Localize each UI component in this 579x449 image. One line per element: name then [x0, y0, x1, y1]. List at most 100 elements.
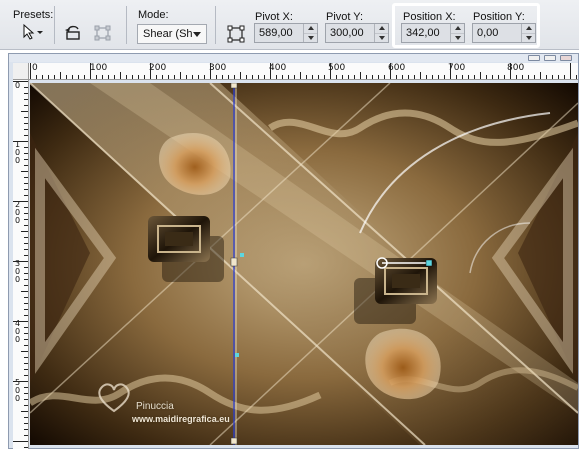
ruler-tick — [24, 213, 28, 214]
ruler-tick — [42, 75, 43, 79]
ruler-tick — [24, 285, 28, 286]
close-icon[interactable] — [560, 55, 572, 61]
spin-up-icon[interactable] — [451, 24, 464, 34]
mode-select[interactable]: Shear (Sh — [137, 24, 207, 44]
ruler-tick — [450, 63, 451, 79]
vertical-ruler[interactable]: 0 100 200 300 400 500 — [13, 80, 29, 449]
ruler-tick — [24, 249, 28, 250]
ruler-tick — [30, 63, 31, 79]
position-x-input[interactable]: 342,00 — [401, 23, 465, 43]
ruler-tick — [528, 75, 529, 79]
ruler-tick — [564, 75, 565, 79]
ruler-tick — [432, 75, 433, 79]
position-y-label: Position Y: — [473, 11, 525, 23]
ruler-tick — [24, 99, 28, 100]
ruler-tick — [21, 171, 28, 172]
ruler-tick — [522, 75, 523, 79]
ruler-tick — [24, 429, 28, 430]
ruler-tick — [570, 63, 571, 79]
position-y-input[interactable]: 0,00 — [472, 23, 536, 43]
ruler-tick — [24, 159, 28, 160]
ruler-tick — [162, 75, 163, 79]
image-canvas[interactable]: Pinuccia www.maidiregrafica.eu — [30, 83, 578, 445]
spin-down-icon[interactable] — [375, 34, 388, 43]
ruler-tick — [24, 129, 28, 130]
spin-down-icon[interactable] — [304, 34, 317, 43]
position-y-value: 0,00 — [477, 27, 499, 39]
ruler-tick — [330, 63, 331, 79]
ruler-tick — [24, 357, 28, 358]
ruler-tick — [13, 201, 28, 202]
presets-button[interactable] — [20, 22, 46, 42]
ruler-tick — [462, 75, 463, 79]
spin-up-icon[interactable] — [304, 24, 317, 34]
pivot-x-input[interactable]: 589,00 — [254, 23, 318, 43]
ruler-tick — [228, 75, 229, 79]
ruler-tick — [270, 63, 271, 79]
ruler-tick — [126, 75, 127, 79]
deform-button[interactable] — [225, 23, 247, 45]
ruler-v-label: 200 — [14, 200, 21, 225]
spin-up-icon[interactable] — [522, 24, 535, 34]
ruler-tick — [282, 75, 283, 79]
ruler-tick — [294, 75, 295, 79]
ruler-tick — [24, 207, 28, 208]
ruler-tick — [24, 123, 28, 124]
ruler-tick — [21, 111, 28, 112]
presets-label: Presets: — [13, 9, 54, 21]
ruler-tick — [21, 231, 28, 232]
ruler-tick — [102, 75, 103, 79]
ruler-tick — [546, 75, 547, 79]
image-window: 0 100 200 300 400 500 600 700 800 0 100 … — [8, 53, 579, 449]
pivot-y-input[interactable]: 300,00 — [325, 23, 389, 43]
ruler-tick — [354, 75, 355, 79]
ruler-tick — [48, 75, 49, 79]
window-title-strip[interactable] — [9, 54, 578, 62]
ruler-tick — [13, 141, 28, 142]
horizontal-ruler[interactable]: 0 100 200 300 400 500 600 700 800 — [29, 63, 578, 80]
ruler-tick — [24, 423, 28, 424]
ruler-tick — [312, 75, 313, 79]
ruler-tick — [24, 165, 28, 166]
ruler-tick — [138, 75, 139, 79]
ruler-h-label: 0 — [32, 63, 38, 73]
reset-button[interactable] — [62, 23, 84, 43]
ruler-tick — [24, 267, 28, 268]
ruler-tick — [108, 75, 109, 79]
ruler-v-label: 100 — [14, 140, 21, 165]
ruler-tick — [114, 75, 115, 79]
ruler-tick — [24, 189, 28, 190]
ruler-tick — [24, 447, 28, 448]
ruler-v-label: 400 — [14, 319, 21, 344]
ruler-tick — [414, 75, 415, 79]
ruler-tick — [24, 177, 28, 178]
ruler-tick — [468, 75, 469, 79]
minimize-icon[interactable] — [528, 55, 540, 61]
spin-down-icon[interactable] — [451, 34, 464, 43]
ruler-tick — [540, 72, 541, 79]
pivot-x-label: Pivot X: — [255, 11, 293, 23]
chevron-down-icon — [188, 25, 206, 43]
rect-corners-icon — [94, 25, 111, 41]
ruler-tick — [576, 75, 577, 79]
ruler-tick — [24, 93, 28, 94]
ruler-tick — [318, 75, 319, 79]
ruler-tick — [504, 75, 505, 79]
ruler-tick — [180, 72, 181, 79]
ruler-tick — [21, 291, 28, 292]
ruler-tick — [396, 75, 397, 79]
ruler-tick — [24, 135, 28, 136]
ruler-tick — [288, 75, 289, 79]
ruler-tick — [24, 183, 28, 184]
ruler-tick — [402, 75, 403, 79]
ruler-tick — [36, 75, 37, 79]
ruler-tick — [24, 117, 28, 118]
ruler-tick — [24, 345, 28, 346]
mode-label: Mode: — [138, 9, 169, 21]
spin-down-icon[interactable] — [522, 34, 535, 43]
maximize-icon[interactable] — [544, 55, 556, 61]
spin-up-icon[interactable] — [375, 24, 388, 34]
lock-aspect-button[interactable] — [92, 23, 114, 43]
ruler-tick — [204, 75, 205, 79]
ruler-corner — [13, 63, 29, 80]
